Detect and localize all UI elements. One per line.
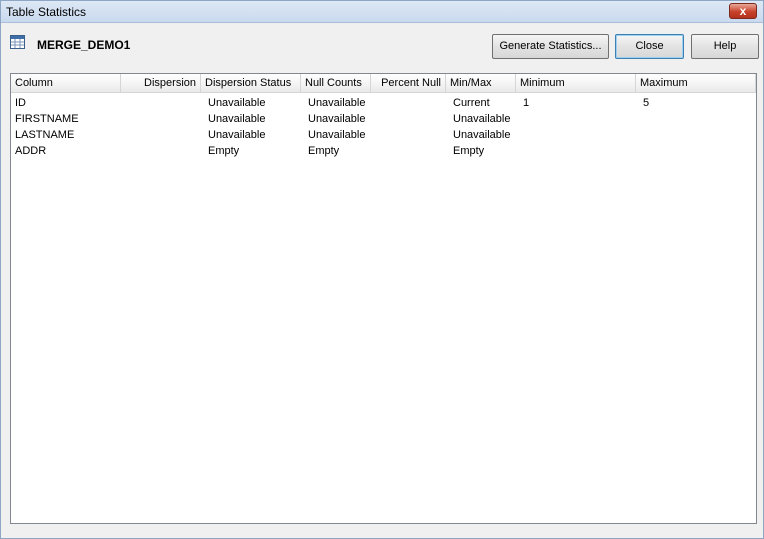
column-header-null-counts[interactable]: Null Counts xyxy=(301,74,371,92)
cell-maximum xyxy=(639,127,756,143)
column-header-min-max[interactable]: Min/Max xyxy=(446,74,516,92)
cell-percent-null xyxy=(371,95,446,111)
window-close-button[interactable]: x xyxy=(729,3,757,19)
window-title: Table Statistics xyxy=(6,5,87,19)
table-row[interactable]: LASTNAME Unavailable Unavailable Unavail… xyxy=(11,127,756,143)
table-name: MERGE_DEMO1 xyxy=(37,38,131,52)
cell-column: ADDR xyxy=(15,145,47,157)
cell-maximum xyxy=(639,143,756,159)
cell-dispersion-status: Empty xyxy=(208,145,240,157)
cell-min-max: Current xyxy=(453,97,490,109)
close-button[interactable]: Close xyxy=(615,34,684,59)
cell-dispersion-status: Unavailable xyxy=(208,129,266,141)
column-header-dispersion[interactable]: Dispersion xyxy=(121,74,201,92)
cell-percent-null xyxy=(371,111,446,127)
cell-null-counts: Empty xyxy=(308,145,340,157)
cell-percent-null xyxy=(371,143,446,159)
cell-dispersion xyxy=(121,127,201,143)
cell-maximum xyxy=(639,111,756,127)
table-row[interactable]: FIRSTNAME Unavailable Unavailable Unavai… xyxy=(11,111,756,127)
table-row[interactable]: ADDR Empty Empty Empty xyxy=(11,143,756,159)
table-icon xyxy=(10,35,25,49)
cell-null-counts: Unavailable xyxy=(308,97,366,109)
cell-column: FIRSTNAME xyxy=(15,113,79,125)
cell-maximum: 5 xyxy=(643,97,650,109)
column-header-minimum[interactable]: Minimum xyxy=(516,74,636,92)
cell-percent-null xyxy=(371,127,446,143)
cell-null-counts: Unavailable xyxy=(308,113,366,125)
cell-column: LASTNAME xyxy=(15,129,75,141)
cell-minimum xyxy=(519,127,639,143)
table-statistics-dialog: Table Statistics x MERGE_DEMO1 Generate … xyxy=(0,0,764,539)
cell-dispersion-status: Unavailable xyxy=(208,113,266,125)
column-header-column[interactable]: Column xyxy=(11,74,121,92)
table-row[interactable]: ID Unavailable Unavailable Current 1 5 xyxy=(11,95,756,111)
cell-dispersion xyxy=(121,95,201,111)
cell-min-max: Unavailable xyxy=(453,129,511,141)
cell-minimum: 1 xyxy=(523,97,530,109)
grid-header: Column Dispersion Dispersion Status Null… xyxy=(11,74,756,93)
column-header-maximum[interactable]: Maximum xyxy=(636,74,756,92)
cell-dispersion xyxy=(121,111,201,127)
statistics-grid[interactable]: Column Dispersion Dispersion Status Null… xyxy=(10,73,757,524)
generate-statistics-button[interactable]: Generate Statistics... xyxy=(492,34,609,59)
title-bar[interactable]: Table Statistics x xyxy=(1,1,763,23)
column-header-dispersion-status[interactable]: Dispersion Status xyxy=(201,74,301,92)
cell-dispersion-status: Unavailable xyxy=(208,97,266,109)
help-button[interactable]: Help xyxy=(691,34,759,59)
column-header-percent-null[interactable]: Percent Null xyxy=(371,74,446,92)
cell-dispersion xyxy=(121,143,201,159)
cell-min-max: Unavailable xyxy=(453,113,511,125)
cell-column: ID xyxy=(15,97,26,109)
cell-null-counts: Unavailable xyxy=(308,129,366,141)
cell-min-max: Empty xyxy=(453,145,485,157)
close-icon: x xyxy=(739,4,747,18)
cell-minimum xyxy=(519,111,639,127)
cell-minimum xyxy=(519,143,639,159)
